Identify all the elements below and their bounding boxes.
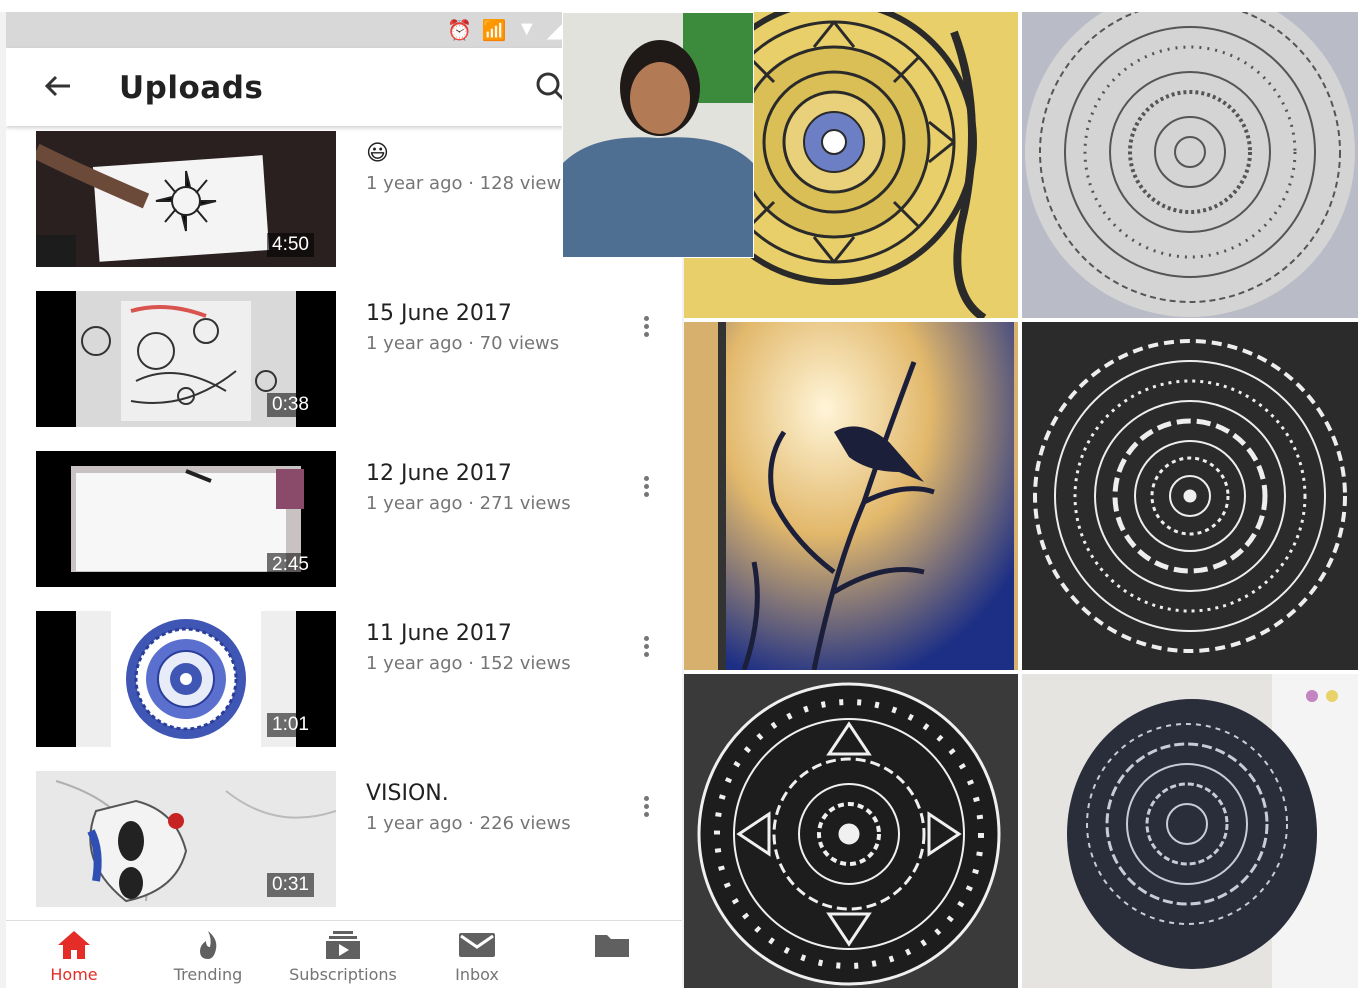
artwork-photo [1022, 674, 1358, 988]
signal-icon: 📶 [481, 20, 507, 42]
video-thumbnail[interactable]: 1:01 [36, 611, 336, 747]
video-title: 11 June 2017 [366, 621, 512, 646]
webcam-overlay [562, 12, 754, 258]
video-title: 12 June 2017 [366, 461, 512, 486]
artwork-photo [684, 322, 1018, 670]
list-item[interactable]: 0:38 15 June 2017 1 year ago · 70 views [6, 291, 682, 451]
arrow-left-icon [44, 75, 70, 97]
artwork-photo [1022, 12, 1358, 318]
video-meta: 1 year ago · 152 views [366, 653, 571, 674]
artwork-photo [1022, 322, 1358, 670]
nav-home[interactable]: Home [14, 929, 134, 984]
nav-label: Home [50, 965, 98, 984]
alarm-icon: ⏰ [447, 20, 472, 42]
nav-label: Trending [173, 965, 243, 984]
video-title: VISION. [366, 781, 449, 806]
video-meta: 1 year ago · 128 views [366, 173, 571, 194]
video-duration: 1:01 [267, 713, 314, 737]
more-options-button[interactable] [638, 633, 654, 661]
page-title: Uploads [119, 70, 264, 106]
top-strip [0, 0, 1370, 12]
video-thumbnail[interactable]: 2:45 [36, 451, 336, 587]
nav-trending[interactable]: Trending [148, 929, 268, 984]
mail-icon [459, 933, 495, 957]
nav-library[interactable] [552, 929, 672, 965]
bottom-navigation: Home Trending Subscriptions Inbox [6, 920, 682, 988]
nav-label: Subscriptions [289, 965, 397, 984]
folder-icon [595, 935, 629, 957]
list-item[interactable]: 2:45 12 June 2017 1 year ago · 271 views [6, 451, 682, 611]
list-item[interactable]: 0:31 VISION. 1 year ago · 226 views [6, 771, 682, 931]
list-item[interactable]: 1:01 11 June 2017 1 year ago · 152 views [6, 611, 682, 771]
flame-icon [200, 931, 217, 959]
video-duration: 4:50 [267, 233, 314, 257]
more-options-button[interactable] [638, 313, 654, 341]
video-thumbnail[interactable]: 4:50 [36, 131, 336, 267]
battery-icon: ◢ [546, 20, 562, 42]
video-title: 😃 [366, 141, 389, 166]
video-duration: 2:45 [267, 553, 314, 577]
video-thumbnail[interactable]: 0:31 [36, 771, 336, 907]
video-duration: 0:31 [267, 873, 314, 897]
video-meta: 1 year ago · 226 views [366, 813, 571, 834]
subscriptions-icon [326, 931, 360, 959]
more-options-button[interactable] [638, 793, 654, 821]
home-icon [58, 931, 90, 959]
video-thumbnail[interactable]: 0:38 [36, 291, 336, 427]
more-options-button[interactable] [638, 473, 654, 501]
video-meta: 1 year ago · 70 views [366, 333, 560, 354]
video-duration: 0:38 [267, 393, 314, 417]
video-meta: 1 year ago · 271 views [366, 493, 571, 514]
wifi-icon: ▼ [516, 18, 537, 40]
nav-label: Inbox [455, 965, 499, 984]
nav-inbox[interactable]: Inbox [417, 929, 537, 984]
artwork-photo [684, 674, 1018, 988]
status-icons: ⏰ 📶 ▼ ◢ [447, 18, 562, 43]
artwork-gallery [684, 12, 1370, 988]
video-title: 15 June 2017 [366, 301, 512, 326]
back-button[interactable] [40, 68, 80, 108]
nav-subscriptions[interactable]: Subscriptions [283, 929, 403, 984]
person-photo [563, 13, 753, 257]
